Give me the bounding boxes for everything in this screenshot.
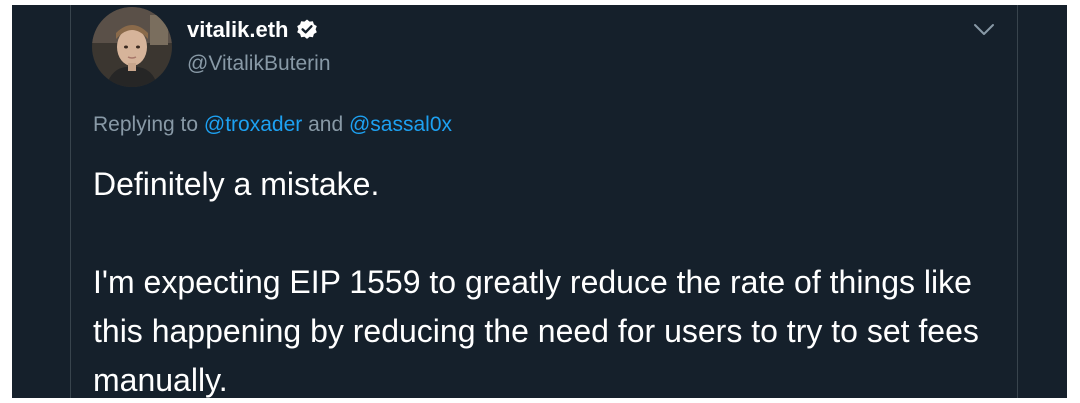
timeline-right-divider: [1017, 5, 1018, 398]
tweet-paragraph: I'm expecting EIP 1559 to greatly reduce…: [93, 264, 979, 398]
mention-link-troxader[interactable]: @troxader: [204, 113, 302, 136]
replying-to-line: Replying to @troxader and @sassal0x: [93, 113, 452, 137]
tweet-text: Definitely a mistake. I'm expecting EIP …: [93, 160, 1013, 398]
mention-link-sassal0x[interactable]: @sassal0x: [349, 113, 452, 136]
verified-badge-icon: [297, 19, 318, 39]
author-handle[interactable]: @VitalikButerin: [187, 52, 331, 76]
timeline-left-divider: [70, 5, 71, 398]
display-name[interactable]: vitalik.eth: [187, 17, 288, 43]
avatar-image: [92, 7, 172, 87]
avatar[interactable]: [92, 7, 172, 87]
replying-to-label: Replying to: [93, 113, 204, 136]
chevron-down-icon[interactable]: [973, 23, 995, 37]
tweet-paragraph: Definitely a mistake.: [93, 166, 380, 202]
tweet-card: vitalik.eth @VitalikButerin Replying to …: [12, 5, 1067, 398]
author-name-row: vitalik.eth: [187, 17, 319, 43]
replying-to-joiner: and: [302, 113, 349, 136]
